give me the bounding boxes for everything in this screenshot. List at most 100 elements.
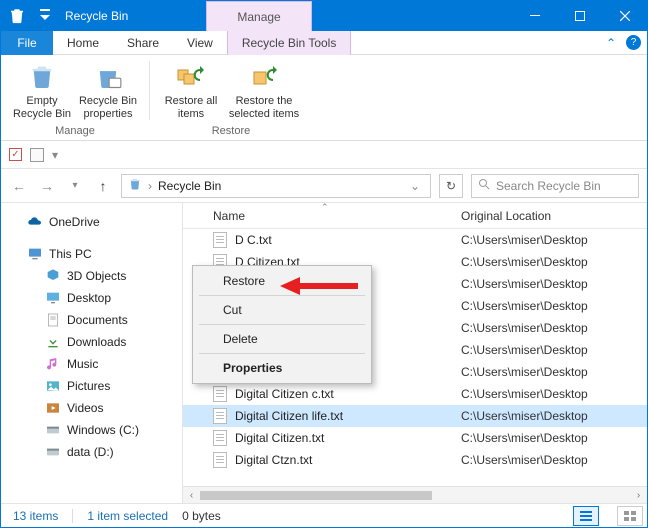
text-file-icon [213,452,229,468]
restore-all-items-button[interactable]: Restore all items [158,59,224,123]
status-item-count: 13 items [13,509,58,523]
text-file-icon [213,232,229,248]
file-row[interactable]: Digital Citizen c.txtC:\Users\miser\Desk… [183,383,647,405]
recycle-bin-properties-button[interactable]: Recycle Bin properties [75,59,141,123]
breadcrumb-location[interactable]: Recycle Bin [158,179,221,193]
empty-bin-label: Empty Recycle Bin [9,95,75,120]
nav-this-pc[interactable]: This PC [7,243,176,265]
address-bar[interactable]: › Recycle Bin ⌄ [121,174,431,198]
file-original-location: C:\Users\miser\Desktop [461,365,647,379]
folder-icon [45,400,61,416]
navigation-bar: ← → ▾ ↑ › Recycle Bin ⌄ ↻ Search Recycle… [1,169,647,203]
file-original-location: C:\Users\miser\Desktop [461,431,647,445]
nav-item-windows-c-[interactable]: Windows (C:) [7,419,176,441]
history-dropdown[interactable]: ▾ [65,180,85,191]
recycle-bin-icon [128,177,142,194]
status-size: 0 bytes [182,509,221,523]
scroll-left-arrow[interactable]: ‹ [183,490,200,501]
nav-item-downloads[interactable]: Downloads [7,331,176,353]
contextual-tab-header: Manage [206,1,311,31]
help-button[interactable]: ? [626,35,641,50]
column-name[interactable]: Name [213,209,461,223]
back-button[interactable]: ← [9,178,29,194]
column-headers: ⌃ Name Original Location [183,203,647,229]
large-icons-view-button[interactable] [617,506,643,526]
restore-selected-items-button[interactable]: Restore the selected items [224,59,304,123]
search-box[interactable]: Search Recycle Bin [471,174,639,198]
tab-recycle-bin-tools[interactable]: Recycle Bin Tools [227,31,352,55]
empty-recycle-bin-button[interactable]: Empty Recycle Bin [9,59,75,123]
text-file-icon [213,386,229,402]
forward-button[interactable]: → [37,178,57,194]
collapse-ribbon-button[interactable]: ⌃ [600,36,622,50]
qat-dropdown-2[interactable]: ▾ [52,148,58,162]
minimize-button[interactable] [512,1,557,31]
text-file-icon [213,430,229,446]
search-icon [478,178,490,193]
file-row[interactable]: Digital Citizen life.txtC:\Users\miser\D… [183,405,647,427]
search-placeholder: Search Recycle Bin [496,179,601,193]
scroll-right-arrow[interactable]: › [630,490,647,501]
status-selection: 1 item selected [87,509,168,523]
pinned-item-icon[interactable] [30,148,44,162]
quick-access-bar: ✓ ▾ [1,141,647,169]
window-title: Recycle Bin [57,1,136,31]
text-file-icon [213,408,229,424]
file-name: Digital Citizen c.txt [235,387,461,401]
folder-icon [45,444,61,460]
file-original-location: C:\Users\miser\Desktop [461,321,647,335]
context-delete[interactable]: Delete [195,327,369,351]
file-original-location: C:\Users\miser\Desktop [461,277,647,291]
navigation-pane: OneDrive This PC 3D ObjectsDesktopDocume… [1,203,183,503]
nav-item-3d-objects[interactable]: 3D Objects [7,265,176,287]
select-all-checkbox[interactable]: ✓ [9,148,22,161]
up-button[interactable]: ↑ [93,178,113,194]
folder-icon [45,268,61,284]
file-original-location: C:\Users\miser\Desktop [461,343,647,357]
nav-item-pictures[interactable]: Pictures [7,375,176,397]
file-name: Digital Citizen life.txt [235,409,461,423]
close-button[interactable] [602,1,647,31]
recycle-bin-properties-icon [92,61,124,93]
horizontal-scrollbar[interactable]: ‹ › [183,486,647,503]
annotation-arrow-icon [280,275,360,297]
file-tab[interactable]: File [1,31,53,55]
breadcrumb-chevron-icon[interactable]: › [148,179,152,193]
context-cut[interactable]: Cut [195,298,369,322]
file-row[interactable]: Digital Citizen.txtC:\Users\miser\Deskto… [183,427,647,449]
folder-icon [45,290,61,306]
refresh-button[interactable]: ↻ [439,174,463,198]
ribbon: Empty Recycle Bin Recycle Bin properties… [1,55,647,141]
app-icon [1,1,33,31]
tab-home[interactable]: Home [53,31,113,55]
file-name: Digital Citizen.txt [235,431,461,445]
file-row[interactable]: D C.txtC:\Users\miser\Desktop [183,229,647,251]
restore-all-icon [175,61,207,93]
nav-item-documents[interactable]: Documents [7,309,176,331]
file-name: Digital Ctzn.txt [235,453,461,467]
folder-icon [45,422,61,438]
ribbon-group-restore: Restore all items Restore the selected i… [150,55,312,140]
nav-item-data-d-[interactable]: data (D:) [7,441,176,463]
ribbon-tabstrip: File Home Share View Recycle Bin Tools ⌃… [1,31,647,55]
context-properties[interactable]: Properties [195,356,369,380]
this-pc-icon [27,246,43,262]
qat-dropdown[interactable] [33,1,57,31]
details-view-button[interactable] [573,506,599,526]
tab-view[interactable]: View [173,31,227,55]
nav-item-videos[interactable]: Videos [7,397,176,419]
address-dropdown[interactable]: ⌄ [406,179,424,193]
column-original-location[interactable]: Original Location [461,209,647,223]
maximize-button[interactable] [557,1,602,31]
nav-item-desktop[interactable]: Desktop [7,287,176,309]
status-bar: 13 items 1 item selected 0 bytes [1,503,647,527]
tab-share[interactable]: Share [113,31,173,55]
file-row[interactable]: Digital Ctzn.txtC:\Users\miser\Desktop [183,449,647,471]
sort-indicator-icon: ⌃ [321,203,329,213]
folder-icon [45,356,61,372]
nav-onedrive[interactable]: OneDrive [7,211,176,233]
file-original-location: C:\Users\miser\Desktop [461,409,647,423]
file-original-location: C:\Users\miser\Desktop [461,255,647,269]
onedrive-icon [27,214,43,230]
nav-item-music[interactable]: Music [7,353,176,375]
